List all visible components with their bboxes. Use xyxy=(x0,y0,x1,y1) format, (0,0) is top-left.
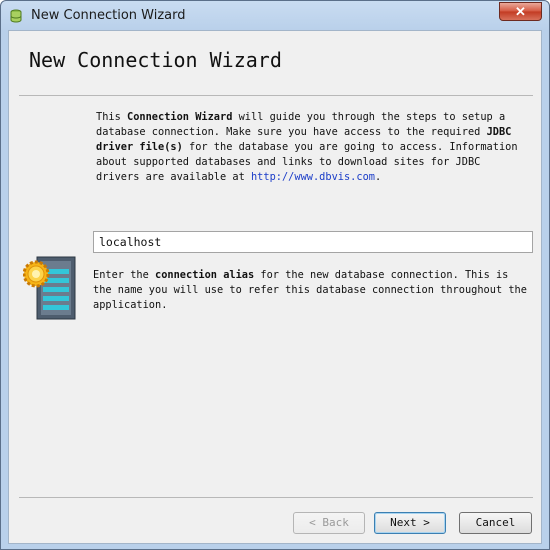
page-title: New Connection Wizard xyxy=(29,48,282,72)
dbvis-link[interactable]: http://www.dbvis.com xyxy=(251,171,375,183)
connection-alias-input[interactable]: localhost xyxy=(93,231,533,253)
intro-text: This Connection Wizard will guide you th… xyxy=(96,110,526,185)
wizard-content: New Connection Wizard This Connection Wi… xyxy=(8,30,542,544)
next-button[interactable]: Next > xyxy=(374,512,446,534)
intro-text-part: . xyxy=(374,171,382,183)
alias-help-text: Enter the connection alias for the new d… xyxy=(93,268,533,313)
intro-text-part: This xyxy=(96,111,127,123)
help-bold-alias: connection alias xyxy=(155,269,255,281)
window-title: New Connection Wizard xyxy=(31,8,186,23)
header-divider xyxy=(19,95,533,96)
server-database-icon xyxy=(23,256,76,320)
footer-divider xyxy=(19,497,533,498)
close-icon: ✕ xyxy=(515,4,526,19)
intro-bold-wizard: Connection Wizard xyxy=(127,111,233,123)
wizard-window: New Connection Wizard ✕ New Connection W… xyxy=(0,0,550,550)
close-button[interactable]: ✕ xyxy=(499,2,542,21)
help-text-part: Enter the xyxy=(93,269,155,281)
title-bar[interactable]: New Connection Wizard ✕ xyxy=(1,1,549,31)
cancel-button[interactable]: Cancel xyxy=(459,512,532,534)
back-button[interactable]: < Back xyxy=(293,512,365,534)
database-icon xyxy=(10,9,22,23)
